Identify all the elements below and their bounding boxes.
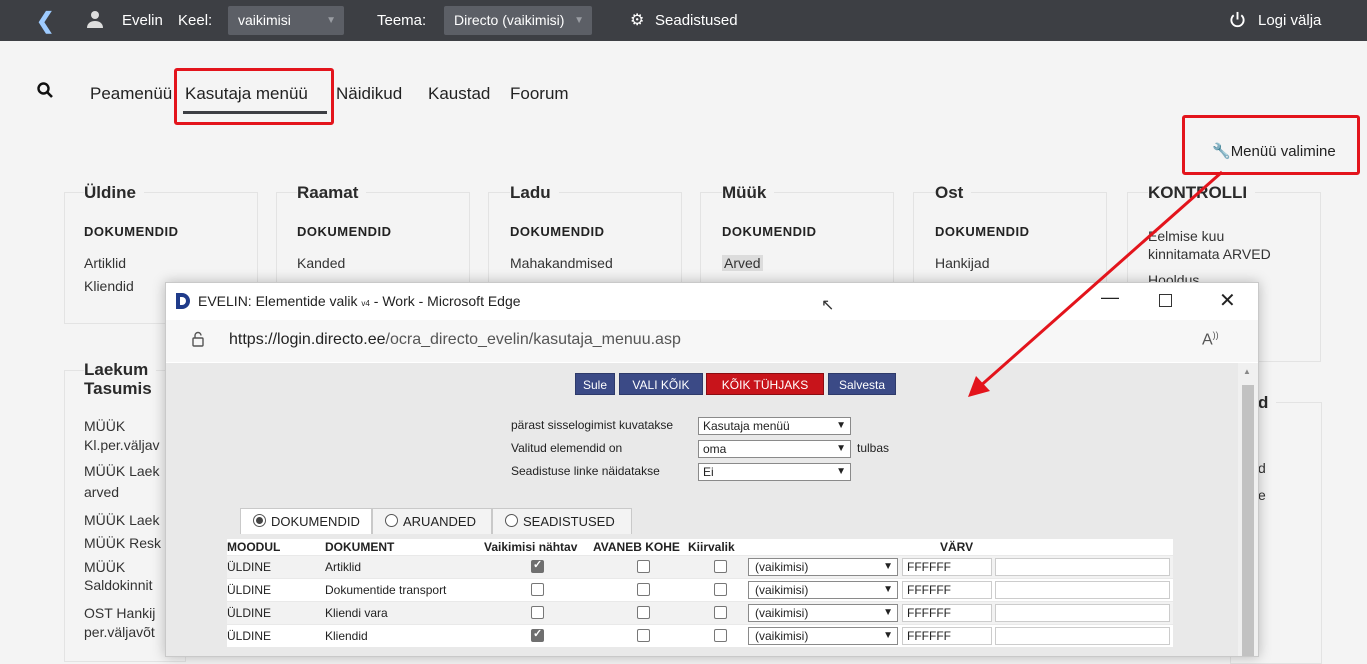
annotation-arrow: [968, 170, 1223, 397]
